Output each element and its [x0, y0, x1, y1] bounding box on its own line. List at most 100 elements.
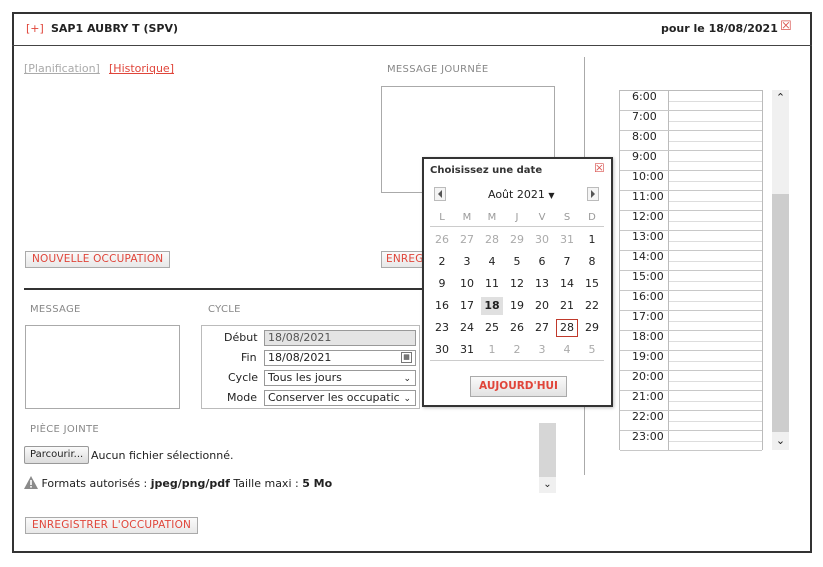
link-planification[interactable]: [Planification] — [24, 62, 100, 75]
calendar-day[interactable]: 24 — [456, 319, 478, 337]
time-label: 20:00 — [632, 370, 664, 383]
month-select[interactable]: Août 2021 ▼ — [488, 188, 555, 201]
link-historique[interactable]: [Historique] — [109, 62, 174, 75]
half-hour-line — [669, 401, 762, 402]
today-button[interactable]: AUJOURD'HUI — [470, 376, 567, 397]
calendar-day[interactable]: 3 — [531, 341, 553, 359]
calendar-day[interactable]: 4 — [481, 253, 503, 271]
time-row[interactable]: 19:00 — [620, 351, 762, 371]
time-label: 13:00 — [632, 230, 664, 243]
calendar-day[interactable]: 22 — [581, 297, 603, 315]
calendar-day[interactable]: 29 — [506, 231, 528, 249]
enregistrer-occupation-button[interactable]: ENREGISTRER L'OCCUPATION — [25, 517, 199, 534]
calendar-day[interactable]: 1 — [581, 231, 603, 249]
half-hour-line — [669, 341, 762, 342]
schedule-scrollbar[interactable]: ⌃ ⌄ — [772, 90, 789, 450]
calendar-day[interactable]: 13 — [531, 275, 553, 293]
calendar-day[interactable]: 2 — [506, 341, 528, 359]
calendar-day[interactable]: 11 — [481, 275, 503, 293]
time-row[interactable]: 6:00 — [620, 91, 762, 111]
calendar-day[interactable]: 5 — [581, 341, 603, 359]
previous-month-button[interactable] — [434, 187, 446, 201]
time-row[interactable]: 15:00 — [620, 271, 762, 291]
calendar-day[interactable]: 7 — [556, 253, 578, 271]
calendar-day[interactable]: 5 — [506, 253, 528, 271]
calendar-day[interactable]: 28 — [481, 231, 503, 249]
calendar-icon[interactable]: ▦ — [401, 352, 412, 363]
time-row[interactable]: 22:00 — [620, 411, 762, 431]
calendar-day[interactable]: 29 — [581, 319, 603, 337]
calendar-day[interactable]: 9 — [431, 275, 453, 293]
scroll-down-icon[interactable]: ⌄ — [539, 477, 556, 493]
calendar-day[interactable]: 26 — [506, 319, 528, 337]
time-row[interactable]: 9:00 — [620, 151, 762, 171]
time-row[interactable]: 20:00 — [620, 371, 762, 391]
nouvelle-occupation-button[interactable]: NOUVELLE OCCUPATION — [25, 251, 171, 268]
calendar-day[interactable]: 1 — [481, 341, 503, 359]
calendar-day[interactable]: 23 — [431, 319, 453, 337]
schedule-scrollbar-thumb[interactable] — [772, 194, 789, 432]
calendar-day[interactable]: 3 — [456, 253, 478, 271]
time-row[interactable]: 12:00 — [620, 211, 762, 231]
time-label: 17:00 — [632, 310, 664, 323]
calendar-day[interactable]: 30 — [431, 341, 453, 359]
calendar-day[interactable]: 2 — [431, 253, 453, 271]
time-label: 8:00 — [632, 130, 657, 143]
half-hour-line — [669, 281, 762, 282]
message-label: MESSAGE — [30, 304, 81, 314]
calendar-day[interactable]: 25 — [481, 319, 503, 337]
weekday-divider — [430, 226, 604, 227]
time-row[interactable]: 17:00 — [620, 311, 762, 331]
cycle-select[interactable]: Tous les jours ⌄ — [264, 370, 416, 386]
time-row[interactable]: 14:00 — [620, 251, 762, 271]
scrollbar-thumb[interactable] — [539, 423, 556, 477]
calendar-day[interactable]: 21 — [556, 297, 578, 315]
calendar-day[interactable]: 6 — [531, 253, 553, 271]
next-month-button[interactable] — [587, 187, 599, 201]
calendar-day[interactable]: 19 — [506, 297, 528, 315]
time-row[interactable]: 23:00 — [620, 431, 762, 451]
calendar-day[interactable]: 27 — [456, 231, 478, 249]
scroll-down-icon[interactable]: ⌄ — [772, 434, 789, 450]
calendar-day[interactable]: 30 — [531, 231, 553, 249]
half-hour-line — [669, 361, 762, 362]
time-row[interactable]: 8:00 — [620, 131, 762, 151]
time-row[interactable]: 10:00 — [620, 171, 762, 191]
calendar-day[interactable]: 20 — [531, 297, 553, 315]
calendar-day[interactable]: 14 — [556, 275, 578, 293]
close-icon[interactable]: ☒ — [780, 19, 792, 34]
enregistrer-button[interactable]: ENREG — [381, 251, 425, 268]
calendar-day[interactable]: 10 — [456, 275, 478, 293]
weekday-label: M — [487, 212, 497, 223]
calendar-day[interactable]: 16 — [431, 297, 453, 315]
close-icon[interactable]: ☒ — [594, 161, 605, 175]
time-row[interactable]: 18:00 — [620, 331, 762, 351]
calendar-day[interactable]: 8 — [581, 253, 603, 271]
size-value: 5 Mo — [302, 477, 333, 490]
calendar-day[interactable]: 27 — [531, 319, 553, 337]
half-hour-line — [669, 441, 762, 442]
time-row[interactable]: 11:00 — [620, 191, 762, 211]
time-row[interactable]: 16:00 — [620, 291, 762, 311]
calendar-day[interactable]: 17 — [456, 297, 478, 315]
calendar-day[interactable]: 28 — [556, 319, 578, 337]
date-picker-popup: Choisissez une date ☒ Août 2021 ▼ L M M J V S… — [422, 157, 613, 407]
time-row[interactable]: 21:00 — [620, 391, 762, 411]
message-textarea[interactable] — [25, 325, 180, 409]
calendar-day[interactable]: 15 — [581, 275, 603, 293]
browse-button[interactable]: Parcourir... — [24, 446, 90, 464]
time-row[interactable]: 7:00 — [620, 111, 762, 131]
time-row[interactable]: 13:00 — [620, 231, 762, 251]
calendar-day[interactable]: 18 — [481, 297, 503, 315]
calendar-day[interactable]: 4 — [556, 341, 578, 359]
calendar-day[interactable]: 31 — [456, 341, 478, 359]
calendar-day[interactable]: 26 — [431, 231, 453, 249]
fin-field[interactable]: 18/08/2021 ▦ — [264, 350, 416, 366]
mode-select[interactable]: Conserver les occupatic ⌄ — [264, 390, 416, 406]
calendar-day[interactable]: 31 — [556, 231, 578, 249]
size-prefix: Taille maxi : — [229, 477, 303, 490]
scroll-up-icon[interactable]: ⌃ — [772, 90, 789, 106]
date-picker-title: Choisissez une date — [430, 165, 543, 176]
expand-toggle[interactable]: [+] — [26, 22, 44, 35]
calendar-day[interactable]: 12 — [506, 275, 528, 293]
